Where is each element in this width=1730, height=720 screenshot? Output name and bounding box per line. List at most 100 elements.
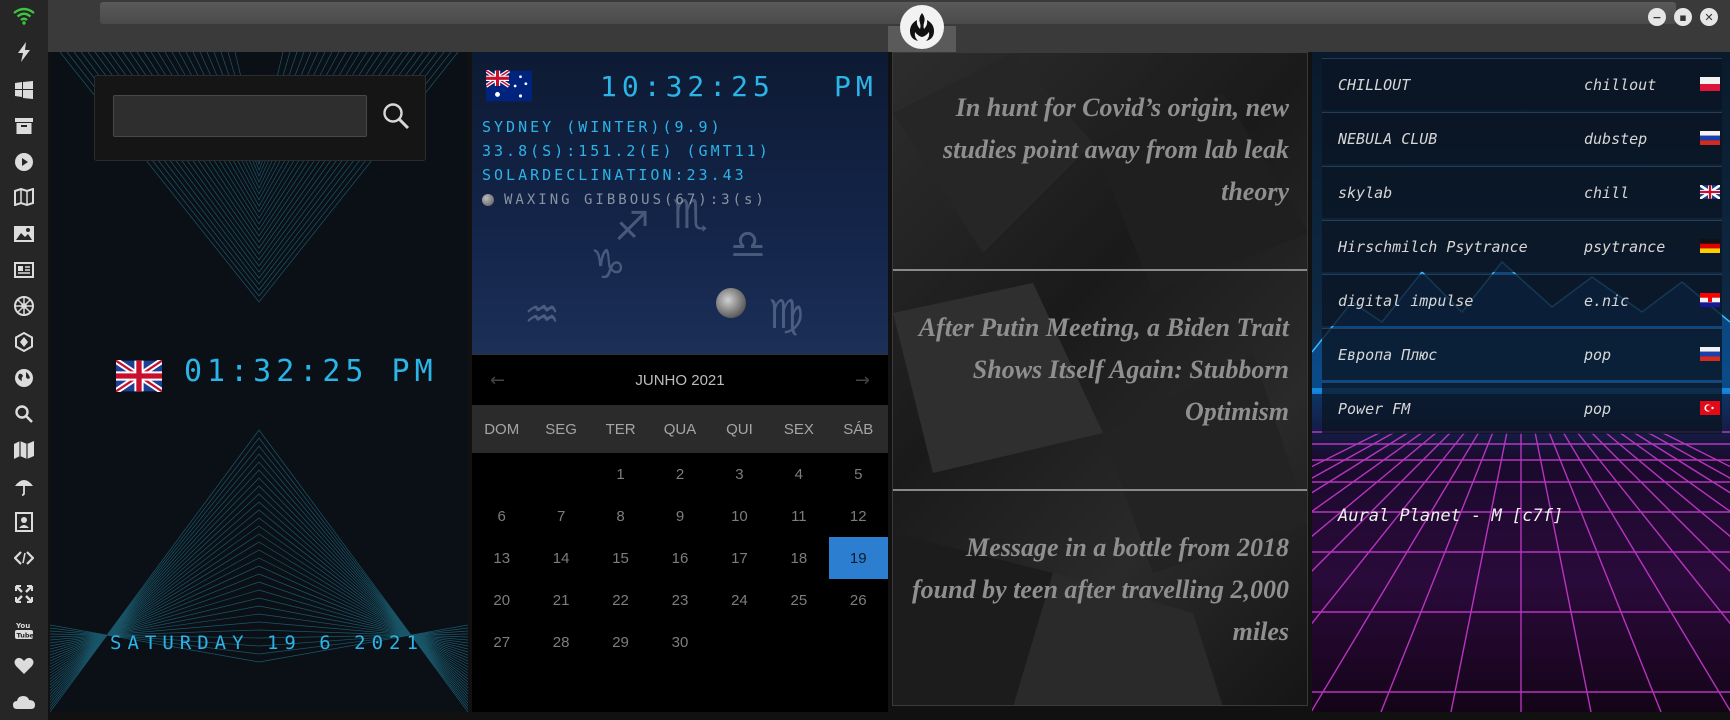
radio-station-genre: chillout [1584, 75, 1657, 94]
calendar-day[interactable]: 9 [650, 495, 709, 537]
maximize-button[interactable]: ▪ [1674, 8, 1692, 26]
calendar-day[interactable]: 29 [591, 621, 650, 663]
hexagon-icon[interactable] [10, 328, 38, 356]
zodiac-virgo-icon: ♍ [768, 292, 804, 338]
radio-station-row[interactable]: skylab chill [1322, 166, 1722, 218]
ru-flag-icon [1700, 131, 1720, 145]
globe-icon[interactable] [10, 364, 38, 392]
calendar-day[interactable]: 6 [472, 495, 531, 537]
lightning-icon[interactable] [10, 38, 38, 66]
calendar-prev-button[interactable]: ← [490, 370, 505, 391]
close-button[interactable]: ✕ [1700, 8, 1718, 26]
calendar-day-today[interactable]: 19 [828, 537, 888, 579]
calendar-next-button[interactable]: → [855, 370, 870, 391]
expand-icon[interactable] [10, 580, 38, 608]
world-city-line: SYDNEY (WINTER)(9.9) [482, 118, 723, 136]
cloud-icon[interactable] [10, 688, 38, 716]
calendar-day[interactable]: 2 [650, 453, 709, 495]
moon-image [716, 288, 746, 318]
calendar-day[interactable]: 7 [531, 495, 590, 537]
tr-flag-icon [1700, 401, 1720, 415]
radio-station-name: Европа Плюс [1338, 345, 1438, 364]
radio-station-genre: chill [1584, 183, 1630, 202]
windows-icon[interactable] [10, 76, 38, 104]
calendar-weekday: QUI [726, 420, 753, 438]
calendar-day[interactable]: 1 [591, 453, 650, 495]
calendar-day[interactable]: 21 [531, 579, 590, 621]
calendar-day[interactable]: 26 [829, 579, 888, 621]
empire-icon[interactable] [10, 292, 38, 320]
zodiac-aquarius-icon: ♒ [524, 292, 560, 338]
radio-station-genre: psytrance [1584, 237, 1666, 256]
calendar-day[interactable]: 24 [710, 579, 769, 621]
radio-station-row[interactable]: CHILLOUT chillout [1322, 58, 1722, 110]
wifi-icon[interactable] [10, 2, 38, 30]
calendar-day[interactable]: 14 [531, 537, 590, 579]
minimize-button[interactable]: − [1648, 8, 1666, 26]
calendar-day[interactable]: 30 [650, 621, 709, 663]
world-coords-line: 33.8(S):151.2(E) (GMT11) [482, 142, 771, 160]
radio-station-row[interactable]: Hirschmilch Psytrance psytrance [1322, 220, 1722, 272]
local-date: SATURDAY 19 6 2021 [110, 632, 424, 654]
map-book-icon[interactable] [10, 183, 38, 211]
map-icon[interactable] [10, 436, 38, 464]
radio-station-genre: dubstep [1584, 129, 1648, 148]
news-panel: In hunt for Covid’s origin, new studies … [892, 52, 1308, 706]
code-icon[interactable] [10, 544, 38, 572]
calendar-day[interactable]: 10 [710, 495, 769, 537]
calendar-day[interactable]: 5 [829, 453, 888, 495]
archive-icon[interactable] [10, 112, 38, 140]
image-icon[interactable] [10, 220, 38, 248]
calendar-day[interactable]: 4 [769, 453, 828, 495]
calendar-day[interactable]: 15 [591, 537, 650, 579]
calendar-day[interactable]: 17 [710, 537, 769, 579]
calendar-day[interactable]: 25 [769, 579, 828, 621]
calendar-day[interactable]: 23 [650, 579, 709, 621]
search-box [94, 75, 426, 161]
calendar-day[interactable]: 27 [472, 621, 531, 663]
contacts-icon[interactable] [10, 508, 38, 536]
radio-station-genre: pop [1584, 399, 1612, 418]
calendar-day[interactable]: 8 [591, 495, 650, 537]
calendar-day[interactable]: 3 [710, 453, 769, 495]
radio-station-row[interactable]: Европа Плюс pop [1322, 328, 1722, 380]
newspaper-icon[interactable] [10, 256, 38, 284]
calendar-day[interactable]: 12 [829, 495, 888, 537]
zodiac-sagittarius-icon: ♐ [614, 204, 650, 250]
news-headline[interactable]: Message in a bottle from 2018 found by t… [909, 527, 1289, 653]
calendar-month: JUNHO 2021 [635, 371, 725, 389]
calendar-day[interactable]: 13 [472, 537, 531, 579]
radio-station-row[interactable]: digital impulse e.nic [1322, 274, 1722, 326]
calendar-day[interactable]: 16 [650, 537, 709, 579]
calendar-day[interactable]: 18 [769, 537, 828, 579]
rebel-alliance-logo[interactable] [900, 5, 944, 49]
play-icon[interactable] [10, 148, 38, 176]
radio-station-name: skylab [1338, 183, 1393, 202]
calendar-day[interactable]: 28 [531, 621, 590, 663]
now-playing: Aural Planet - M [c7f] [1338, 506, 1564, 526]
local-clock-panel: 01:32:25 PM SATURDAY 19 6 2021 [50, 52, 468, 712]
heart-icon[interactable] [10, 652, 38, 680]
ru-flag-icon [1700, 347, 1720, 361]
calendar-day[interactable]: 22 [591, 579, 650, 621]
radio-station-name: CHILLOUT [1338, 75, 1411, 94]
search-icon[interactable] [10, 400, 38, 428]
australia-flag-icon [484, 69, 532, 102]
title-bar[interactable] [100, 2, 1676, 24]
umbrella-icon[interactable] [10, 472, 38, 500]
radio-station-row[interactable]: NEBULA CLUB dubstep [1322, 112, 1722, 164]
local-time: 01:32:25 PM [184, 354, 438, 389]
pl-flag-icon [1700, 77, 1720, 91]
news-headline[interactable]: In hunt for Covid’s origin, new studies … [909, 87, 1289, 213]
youtube-icon[interactable]: You Tube [10, 616, 38, 644]
radio-panel: CHILLOUT chillout NEBULA CLUB dubstep skylab… [1312, 52, 1730, 712]
news-headline[interactable]: After Putin Meeting, a Biden Trait Shows… [909, 307, 1289, 433]
search-icon[interactable] [379, 99, 413, 133]
search-input[interactable] [113, 95, 367, 137]
zodiac-libra-icon: ♎ [730, 222, 766, 268]
calendar-day[interactable]: 20 [472, 579, 531, 621]
radio-station-row[interactable]: Power FM pop [1322, 382, 1722, 434]
world-time: 10:32:25 [600, 70, 775, 103]
calendar-day[interactable]: 11 [769, 495, 828, 537]
svg-text:Tube: Tube [17, 632, 34, 640]
